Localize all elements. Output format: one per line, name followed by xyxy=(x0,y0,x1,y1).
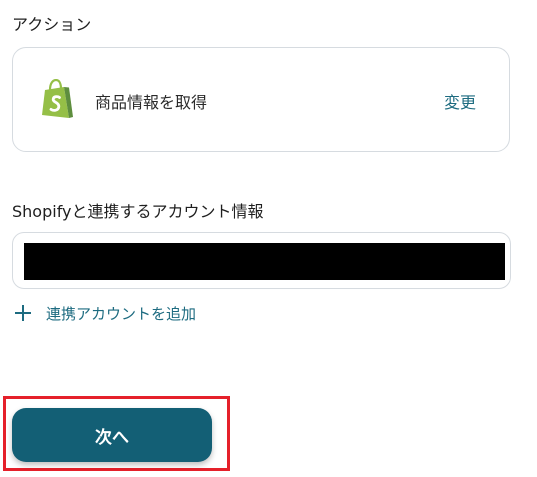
add-linked-account-label: 連携アカウントを追加 xyxy=(46,304,197,323)
plus-icon xyxy=(14,304,32,322)
action-card: 商品情報を取得 変更 xyxy=(12,47,510,152)
redacted-account-value xyxy=(24,243,505,280)
next-button[interactable]: 次へ xyxy=(12,408,212,462)
shopify-bag-icon xyxy=(42,79,73,118)
action-name: 商品情報を取得 xyxy=(95,93,208,112)
action-section-label: アクション xyxy=(12,15,92,34)
account-section-label: Shopifyと連携するアカウント情報 xyxy=(12,202,264,221)
add-linked-account-link[interactable]: 連携アカウントを追加 xyxy=(14,302,196,324)
account-select-field[interactable] xyxy=(12,232,511,289)
change-action-link[interactable]: 変更 xyxy=(444,89,476,113)
